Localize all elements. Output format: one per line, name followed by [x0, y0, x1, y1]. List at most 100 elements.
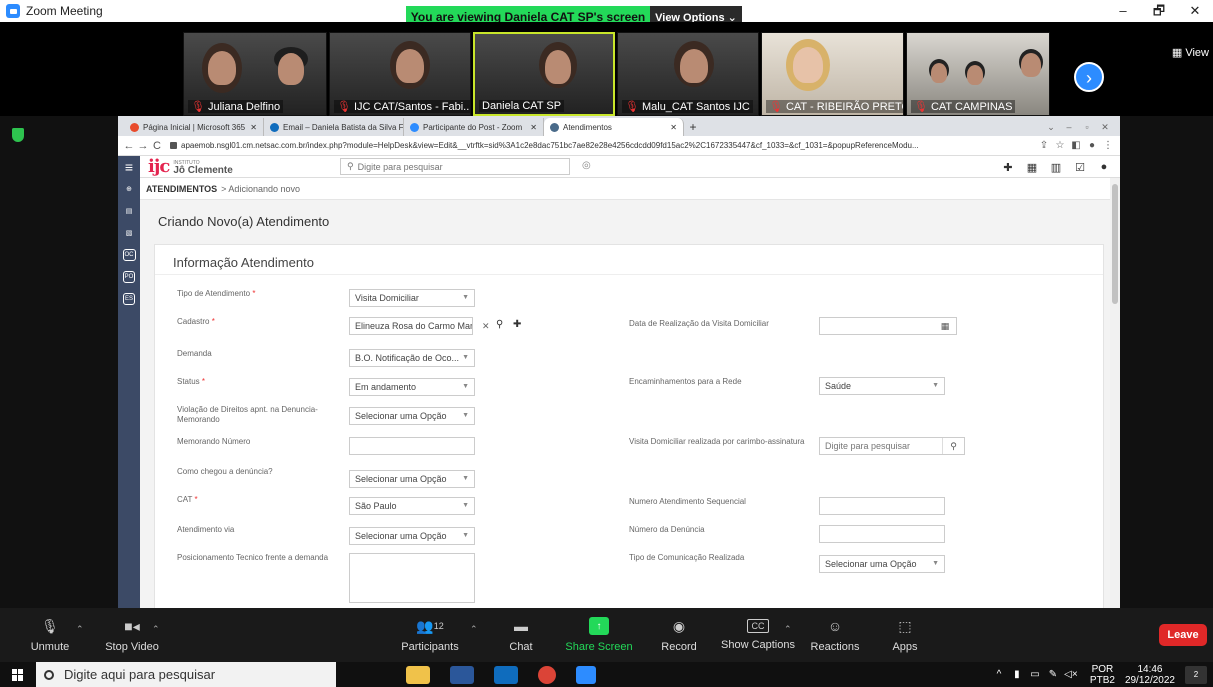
tipo-atendimento-select[interactable]: Visita Domiciliar ▼: [349, 289, 475, 307]
sidebar-item-oc[interactable]: OC: [118, 244, 140, 266]
clear-x-icon[interactable]: ✕: [482, 321, 490, 331]
restore-icon[interactable]: ▫: [1078, 118, 1096, 136]
restore-button[interactable]: 🗗: [1141, 0, 1177, 22]
hamburger-menu-icon[interactable]: ≡: [118, 155, 140, 178]
support-icon[interactable]: ⊕: [118, 178, 140, 200]
browser-tab[interactable]: Página Inicial | Microsoft 365 ✕: [124, 118, 264, 136]
calendar-icon[interactable]: ▦: [1020, 161, 1044, 174]
user-icon[interactable]: ●: [1092, 161, 1116, 173]
numero-denuncia-input[interactable]: [819, 525, 945, 543]
audio-options-chevron-icon[interactable]: ⌃: [76, 624, 84, 635]
posicionamento-textarea[interactable]: [349, 553, 475, 603]
reload-icon[interactable]: C: [150, 140, 164, 152]
network-icon[interactable]: ▭: [1026, 669, 1044, 680]
participant-video[interactable]: 🎙 CAT - RIBEIRÃO PRETO: [761, 32, 904, 116]
close-icon[interactable]: ✕: [1096, 118, 1114, 136]
start-button[interactable]: [0, 662, 36, 687]
notifications-icon[interactable]: 2: [1185, 665, 1207, 684]
share-icon[interactable]: ⇪: [1036, 140, 1052, 151]
browser-tab-active[interactable]: Atendimentos ✕: [544, 118, 684, 136]
violacao-select[interactable]: Selecionar uma Opção ▼: [349, 407, 475, 425]
chat-button[interactable]: ▬ Chat: [504, 608, 538, 662]
forward-arrow-icon[interactable]: →: [136, 140, 150, 152]
taskbar-search[interactable]: Digite aqui para pesquisar: [36, 662, 336, 687]
close-button[interactable]: ✕: [1177, 0, 1213, 22]
participants-button[interactable]: 👥 12 Participants: [398, 608, 462, 662]
apps-button[interactable]: ⬚ Apps: [888, 608, 922, 662]
record-button[interactable]: ◉ Record: [658, 608, 700, 662]
app-logo[interactable]: ijc INSTITUTO Jô Clemente: [148, 156, 233, 177]
status-select[interactable]: Em andamento ▼: [349, 378, 475, 396]
comunicacao-select[interactable]: Selecionar uma Opção ▼: [819, 555, 945, 573]
demanda-select[interactable]: B.O. Notificação de Oco... ▼: [349, 349, 475, 367]
clear-search-icon[interactable]: ◎: [582, 160, 591, 171]
participant-video[interactable]: 🎙 Malu_CAT Santos IJC: [617, 32, 759, 116]
unmute-button[interactable]: 🎙 Unmute: [26, 608, 74, 662]
outlook-icon[interactable]: [494, 665, 518, 684]
participant-video[interactable]: 🎙 IJC CAT/Santos - Fabi...: [329, 32, 471, 116]
video-options-chevron-icon[interactable]: ⌃: [152, 624, 160, 635]
leave-button[interactable]: Leave: [1159, 624, 1207, 646]
chevron-down-icon[interactable]: ⌄: [1042, 118, 1060, 136]
minimize-icon[interactable]: –: [1060, 118, 1078, 136]
close-tab-icon[interactable]: ✕: [246, 123, 257, 132]
add-icon[interactable]: ✚: [996, 161, 1020, 174]
tickets-icon[interactable]: ▧: [118, 222, 140, 244]
minimize-button[interactable]: –: [1105, 0, 1141, 22]
new-tab-button[interactable]: +: [684, 118, 702, 136]
participants-options-chevron-icon[interactable]: ⌃: [470, 624, 478, 635]
sidebar-icon[interactable]: ◧: [1068, 140, 1084, 151]
sidebar-item-es[interactable]: ES: [118, 288, 140, 310]
add-icon[interactable]: ✚: [513, 320, 521, 330]
page-scrollbar[interactable]: [1110, 178, 1120, 608]
visita-carimbo-search[interactable]: Digite para pesquisar ⚲: [819, 437, 965, 455]
scroll-thumb[interactable]: [1112, 184, 1118, 304]
participant-video[interactable]: 🎙 CAT CAMPINAS: [906, 32, 1050, 116]
calendar-icon[interactable]: ▦: [934, 318, 956, 334]
numero-sequencial-input[interactable]: [819, 497, 945, 515]
show-captions-button[interactable]: CC Show Captions: [720, 608, 796, 662]
memorando-input[interactable]: [349, 437, 475, 455]
cat-select[interactable]: São Paulo ▼: [349, 497, 475, 515]
star-icon[interactable]: ☆: [1052, 140, 1068, 151]
next-page-arrow-icon[interactable]: ›: [1074, 62, 1104, 92]
captions-options-chevron-icon[interactable]: ⌃: [784, 624, 792, 635]
close-tab-icon[interactable]: ✕: [666, 123, 677, 132]
sidebar-item-po[interactable]: PO: [118, 266, 140, 288]
search-icon[interactable]: ⚲: [942, 438, 964, 454]
encaminhamentos-select[interactable]: Saúde ▼: [819, 377, 945, 395]
chrome-icon[interactable]: [538, 665, 556, 684]
close-tab-icon[interactable]: ✕: [526, 123, 537, 132]
reactions-button[interactable]: ☺ Reactions: [810, 608, 860, 662]
profile-icon[interactable]: ●: [1084, 140, 1100, 151]
data-visita-input[interactable]: ▦: [819, 317, 957, 335]
chart-icon[interactable]: ▥: [1044, 161, 1068, 174]
word-icon[interactable]: [450, 665, 474, 684]
pen-icon[interactable]: ✎: [1044, 669, 1062, 680]
chevron-up-icon[interactable]: ^: [990, 669, 1008, 680]
mic-icon[interactable]: ▮: [1008, 669, 1026, 680]
stop-video-button[interactable]: ■◂ Stop Video: [100, 608, 164, 662]
search-icon[interactable]: ⚲: [496, 320, 503, 330]
browser-tab[interactable]: Participante do Post - Zoom ✕: [404, 118, 544, 136]
building-icon[interactable]: ▤: [118, 200, 140, 222]
clock[interactable]: 14:46 29/12/2022: [1125, 664, 1175, 686]
global-search[interactable]: ⚲: [340, 158, 570, 175]
menu-dots-icon[interactable]: ⋮: [1100, 140, 1116, 151]
cadastro-field[interactable]: Elineuza Rosa do Carmo Marche: [349, 317, 473, 335]
global-search-input[interactable]: [357, 161, 508, 172]
participant-video-active[interactable]: Daniela CAT SP: [473, 32, 615, 116]
file-explorer-icon[interactable]: [406, 665, 430, 684]
back-arrow-icon[interactable]: ←: [122, 140, 136, 152]
url-field[interactable]: apaemob.nsgl01.cm.netsac.com.br/index.ph…: [181, 141, 1036, 150]
zoom-app-icon[interactable]: [576, 665, 596, 684]
browser-tab[interactable]: Email – Daniela Batista da Silva F✕: [264, 118, 404, 136]
breadcrumb-module[interactable]: ATENDIMENTOS: [146, 184, 217, 194]
share-screen-button[interactable]: ↑ Share Screen: [565, 608, 633, 662]
participant-video[interactable]: 🎙 Juliana Delfino: [183, 32, 327, 116]
speaker-icon[interactable]: ◁×: [1062, 669, 1080, 680]
tasks-icon[interactable]: ☑: [1068, 161, 1092, 174]
language-indicator[interactable]: POR PTB2: [1090, 664, 1115, 686]
como-chegou-select[interactable]: Selecionar uma Opção ▼: [349, 470, 475, 488]
atendimento-via-select[interactable]: Selecionar uma Opção ▼: [349, 527, 475, 545]
